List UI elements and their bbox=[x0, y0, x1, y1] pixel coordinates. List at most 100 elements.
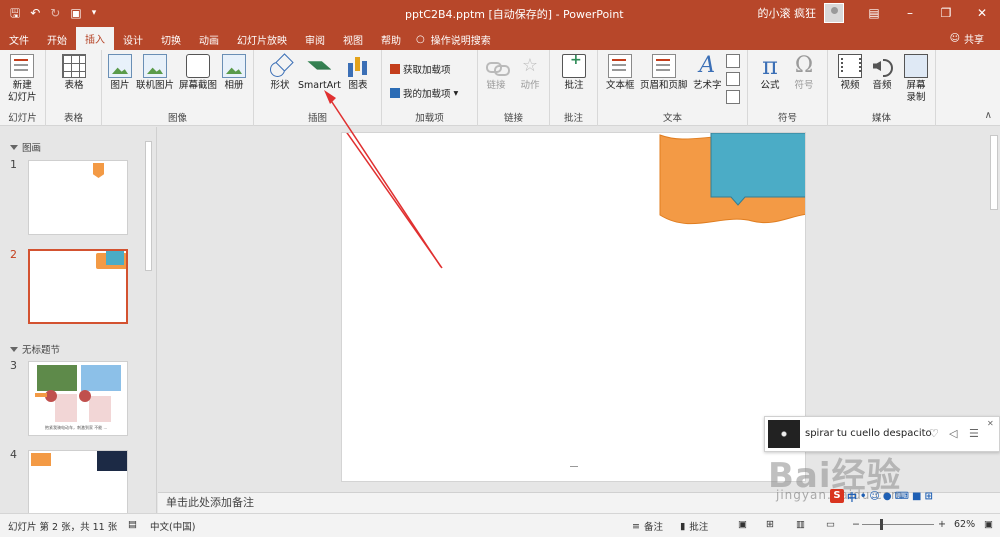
comments-toggle-button[interactable]: ▮ 批注 bbox=[680, 519, 708, 534]
ime-language[interactable]: 中 bbox=[847, 489, 857, 504]
tab-slideshow[interactable]: 幻灯片放映 bbox=[228, 28, 296, 50]
tab-view[interactable]: 视图 bbox=[334, 28, 372, 50]
slide-number-1: 1 bbox=[10, 158, 17, 171]
tab-insert[interactable]: 插入 bbox=[76, 27, 114, 50]
customize-icon[interactable]: ▾ bbox=[92, 8, 97, 18]
sogou-icon[interactable]: S bbox=[830, 489, 844, 503]
audio-label: 音频 bbox=[872, 80, 892, 91]
thumbnail-scrollbar[interactable] bbox=[143, 141, 154, 511]
album-label: 相册 bbox=[224, 80, 244, 91]
new-slide-button[interactable]: 新建 幻灯片 bbox=[8, 54, 37, 104]
picture-button[interactable]: 图片 bbox=[108, 54, 132, 92]
screenshot-button[interactable]: 屏幕截图 bbox=[179, 54, 217, 92]
slide-number-icon[interactable] bbox=[726, 72, 740, 86]
link-button[interactable]: 链接 bbox=[484, 54, 510, 92]
tab-transitions[interactable]: 切换 bbox=[152, 28, 190, 50]
zoom-out-icon[interactable]: − bbox=[852, 519, 860, 530]
volume-icon[interactable]: ◁ bbox=[949, 427, 957, 440]
keyboard-icon[interactable]: ⌨ bbox=[895, 491, 909, 502]
section-header-1[interactable]: 图画 bbox=[10, 140, 41, 154]
picture-label: 图片 bbox=[110, 80, 130, 91]
date-time-icon[interactable] bbox=[726, 54, 740, 68]
smartart-button[interactable]: SmartArt bbox=[298, 54, 341, 92]
share-button[interactable]: ☺ 共享 bbox=[950, 31, 984, 46]
user-name[interactable]: 的小滚 疯狂 bbox=[758, 5, 817, 21]
skin-icon[interactable]: ■ bbox=[912, 491, 921, 502]
slide-thumbnail-2[interactable] bbox=[28, 249, 128, 324]
tools-icon[interactable]: ⊞ bbox=[924, 491, 932, 502]
online-picture-button[interactable]: 联机图片 bbox=[136, 54, 174, 92]
table-button[interactable]: 表格 bbox=[62, 54, 86, 92]
comment-button[interactable]: 批注 bbox=[562, 54, 586, 92]
heart-icon[interactable]: ♡ bbox=[929, 427, 939, 440]
slideshow-view-icon[interactable]: ▭ bbox=[826, 519, 835, 530]
spellcheck-icon[interactable]: ▤ bbox=[128, 519, 137, 530]
undo-icon[interactable]: ↶ bbox=[30, 7, 40, 19]
edit-scrollbar-thumb[interactable] bbox=[990, 135, 998, 210]
tab-review[interactable]: 审阅 bbox=[296, 28, 334, 50]
store-icon bbox=[390, 64, 400, 74]
zoom-slider[interactable] bbox=[862, 519, 934, 530]
close-icon[interactable]: ✕ bbox=[964, 0, 1000, 26]
fit-to-window-icon[interactable]: ▣ bbox=[984, 519, 993, 530]
ime-toolbar: S 中 • ☺ ● ⌨ ■ ⊞ bbox=[830, 488, 1000, 504]
slide-thumbnail-3[interactable]: 抱紧我骑电动车，刺激到家 不能 ... bbox=[28, 361, 128, 436]
shapes-button[interactable]: 形状 bbox=[268, 54, 292, 92]
ribbon-display-icon[interactable]: ▤ bbox=[856, 0, 892, 26]
audio-button[interactable]: 音频 bbox=[870, 54, 894, 92]
chart-icon bbox=[346, 54, 370, 78]
screen-recording-button[interactable]: 屏幕 录制 bbox=[904, 54, 928, 104]
textbox-button[interactable]: 文本框 bbox=[606, 54, 635, 92]
mic-icon[interactable]: ● bbox=[883, 491, 892, 502]
section-header-2[interactable]: 无标题节 bbox=[10, 342, 60, 356]
chart-button[interactable]: 图表 bbox=[346, 54, 370, 92]
tab-home[interactable]: 开始 bbox=[38, 28, 76, 50]
zoom-level[interactable]: 62% bbox=[954, 519, 975, 530]
video-button[interactable]: 视频 bbox=[838, 54, 862, 92]
restore-icon[interactable]: ❐ bbox=[928, 0, 964, 26]
tell-me-search[interactable]: ○ 操作说明搜索 bbox=[416, 28, 491, 50]
save-icon[interactable]: 🖫 bbox=[10, 7, 20, 19]
redo-icon[interactable]: ↻ bbox=[50, 7, 60, 19]
notes-toggle-button[interactable]: ≡ 备注 bbox=[632, 519, 663, 534]
zoom-slider-handle[interactable] bbox=[880, 519, 883, 530]
reading-view-icon[interactable]: ▥ bbox=[796, 519, 805, 530]
playlist-icon[interactable]: ☰ bbox=[969, 427, 979, 440]
emoji-icon[interactable]: ☺ bbox=[869, 491, 879, 502]
collapse-ribbon-icon[interactable]: ∧ bbox=[985, 110, 992, 121]
avatar[interactable] bbox=[824, 3, 844, 23]
scrollbar-thumb[interactable] bbox=[145, 141, 152, 271]
slide-thumbnail-1[interactable] bbox=[28, 160, 128, 235]
zoom-in-icon[interactable]: + bbox=[938, 519, 946, 530]
wordart-button[interactable]: A 艺术字 bbox=[693, 54, 722, 92]
close-icon[interactable]: ✕ bbox=[987, 419, 994, 428]
language-indicator[interactable]: 中文(中国) bbox=[150, 519, 195, 533]
action-button[interactable]: ☆ 动作 bbox=[518, 54, 542, 92]
tab-design[interactable]: 设计 bbox=[114, 28, 152, 50]
music-player-widget[interactable]: spirar tu cuello despacito ♡ ◁ ☰ ✕ bbox=[764, 416, 1000, 452]
shapes-icon bbox=[268, 54, 292, 78]
action-label: 动作 bbox=[520, 80, 540, 91]
comment-small-icon: ▮ bbox=[680, 520, 686, 532]
song-title: spirar tu cuello despacito bbox=[805, 428, 932, 439]
tab-file[interactable]: 文件 bbox=[0, 28, 38, 50]
album-button[interactable]: 相册 bbox=[222, 54, 246, 92]
symbol-button[interactable]: Ω 符号 bbox=[792, 54, 816, 92]
slide-thumbnail-4[interactable] bbox=[28, 450, 128, 513]
section-title-1: 图画 bbox=[22, 143, 42, 154]
header-footer-button[interactable]: 页眉和页脚 bbox=[640, 54, 688, 92]
equation-button[interactable]: π 公式 bbox=[758, 54, 782, 92]
present-icon[interactable]: ▣ bbox=[70, 7, 81, 19]
window-title: pptC2B4.pptm [自动保存的] - PowerPoint bbox=[405, 6, 624, 22]
slide-canvas[interactable] bbox=[341, 132, 806, 482]
normal-view-icon[interactable]: ▣ bbox=[738, 519, 747, 530]
tab-help[interactable]: 帮助 bbox=[372, 28, 410, 50]
get-addins-button[interactable]: 获取加载项 bbox=[390, 62, 451, 76]
slide-sorter-icon[interactable]: ⊞ bbox=[766, 519, 774, 530]
pi-icon: π bbox=[762, 52, 778, 80]
minimize-icon[interactable]: – bbox=[892, 0, 928, 26]
my-addins-button[interactable]: 我的加载项 ▾ bbox=[390, 86, 458, 100]
tab-animations[interactable]: 动画 bbox=[190, 28, 228, 50]
object-icon[interactable] bbox=[726, 90, 740, 104]
punctuation-icon[interactable]: • bbox=[860, 491, 866, 502]
